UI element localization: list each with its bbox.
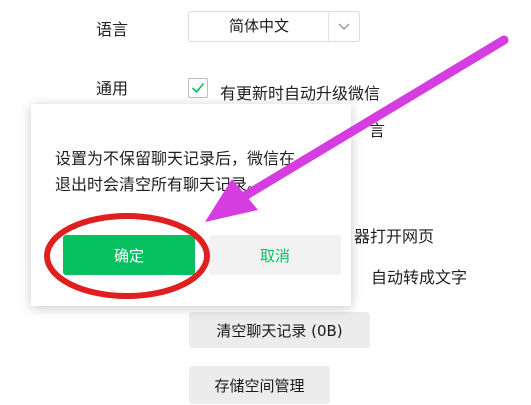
dialog-message-line-1: 设置为不保留聊天记录后，微信在: [55, 149, 296, 168]
setting-option-4-label: 自动转成文字: [371, 268, 468, 287]
storage-management-button[interactable]: 存储空间管理: [189, 366, 330, 404]
auto-upgrade-checkbox[interactable]: [188, 78, 208, 98]
language-select[interactable]: 简体中文: [188, 11, 360, 42]
confirm-dialog: 设置为不保留聊天记录后，微信在 退出时会清空所有聊天记录。: [31, 104, 351, 306]
language-label: 语言: [96, 20, 129, 39]
checkmark-icon: [191, 82, 205, 94]
cancel-button[interactable]: 取消: [209, 235, 341, 275]
dialog-message: 设置为不保留聊天记录后，微信在 退出时会清空所有聊天记录。: [55, 146, 355, 198]
dialog-message-line-2: 退出时会清空所有聊天记录。: [55, 175, 264, 194]
chevron-down-icon[interactable]: [328, 12, 359, 41]
confirm-button[interactable]: 确定: [63, 235, 195, 275]
clear-chat-history-button[interactable]: 清空聊天记录 (0B): [189, 312, 370, 348]
auto-upgrade-label: 有更新时自动升级微信: [220, 84, 381, 103]
setting-option-2-label: 言: [369, 121, 386, 140]
language-select-value: 简体中文: [228, 17, 289, 35]
setting-option-3-label: 器打开网页: [354, 227, 435, 246]
general-label: 通用: [96, 79, 129, 98]
